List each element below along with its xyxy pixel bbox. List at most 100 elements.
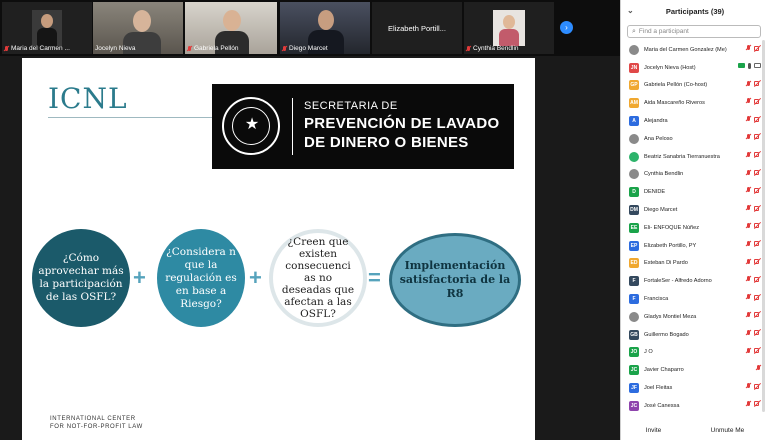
participant-row[interactable]: GB Guillermo Bogado	[621, 326, 761, 344]
video-off-icon	[754, 383, 761, 389]
mic-muted-icon	[746, 205, 751, 211]
participant-name: José Canessa	[644, 402, 680, 409]
mic-muted-icon	[746, 400, 751, 407]
mic-muted-icon	[746, 45, 751, 51]
video-tile[interactable]: Jocelyn Nieva	[93, 2, 183, 54]
participant-row[interactable]: EP Elizabeth Portillo, PY	[621, 237, 761, 255]
participant-row[interactable]: JC Javier Chaparro	[621, 361, 761, 379]
participant-name: Maria del Carmen Gonzalez (Me)	[644, 46, 727, 53]
footer-line-2: FOR NOT-FOR-PROFIT LAW	[50, 424, 143, 430]
next-page-button[interactable]: ›	[560, 21, 573, 34]
participant-row[interactable]: JF Joel Fleitas	[621, 379, 761, 397]
participant-status-icons	[746, 311, 761, 318]
invite-button[interactable]: Invite	[641, 425, 667, 436]
avatar: JF	[629, 383, 639, 394]
participant-row[interactable]: ED Esteban Di Pardo	[621, 255, 761, 273]
participant-row[interactable]: GP Gabriela Pellón (Co-host)	[621, 77, 761, 95]
video-tile-label: Maria del Carmen ...	[4, 45, 70, 52]
equals-sign: =	[368, 265, 381, 290]
seprelad-banner: ★ SECRETARIA DE PREVENCIÓN DE LAVADO DE …	[212, 84, 514, 169]
participant-row[interactable]: DM Diego Marcet	[621, 201, 761, 219]
participant-row[interactable]: D DENIDE	[621, 183, 761, 201]
participants-header: ⌄ Participants (39)	[621, 0, 768, 22]
video-off-icon	[754, 259, 761, 265]
participant-row[interactable]: Maria del Carmen Gonzalez (Me)	[621, 41, 761, 59]
participant-status-icons	[746, 276, 761, 282]
participant-row[interactable]: JN Jocelyn Nieva (Host)	[621, 59, 761, 77]
avatar: DM	[629, 205, 639, 216]
question-circle-2: ¿Considera n que la regulación es en bas…	[157, 229, 245, 327]
participant-row[interactable]: AM Aida Mascareño Riveros	[621, 94, 761, 112]
avatar	[629, 169, 639, 180]
video-tile-label: Diego Marcet	[282, 45, 328, 52]
participant-status-icons	[746, 329, 761, 336]
participant-row[interactable]: Beatriz Sanabria Tierranuestra	[621, 148, 761, 166]
participant-search-input[interactable]: ⌕ Find a participant	[627, 25, 761, 38]
participant-photo	[493, 10, 525, 46]
footer-line-1: INTERNATIONAL CENTER	[50, 416, 136, 422]
participant-row[interactable]: F Francisca	[621, 290, 761, 308]
avatar: F	[629, 294, 639, 305]
avatar: JC	[629, 400, 639, 411]
video-tile[interactable]: Gabriela Pellón	[185, 2, 277, 54]
participant-name: Guillermo Bogado	[644, 331, 689, 338]
participant-row[interactable]: EE Eli- ENFOQUE Núñez	[621, 219, 761, 237]
participant-status-icons	[738, 62, 761, 69]
avatar	[629, 311, 639, 322]
participant-status-icons	[746, 187, 761, 193]
video-tile[interactable]: Elizabeth Portill...	[372, 2, 462, 54]
video-tile[interactable]: Cynthia Bendlin	[464, 2, 554, 54]
participant-status-icons	[756, 365, 761, 371]
participant-status-icons	[746, 205, 761, 211]
avatar: AM	[629, 98, 639, 109]
participant-name: Francisca	[644, 296, 669, 303]
mic-muted-icon	[746, 329, 751, 336]
plus-sign: +	[133, 265, 146, 290]
participant-name: Diego Marcet	[644, 207, 678, 214]
participant-row[interactable]: JC José Canessa	[621, 397, 761, 415]
video-tile[interactable]: Diego Marcet	[280, 2, 370, 54]
scrollbar[interactable]	[762, 40, 765, 412]
video-off-icon	[754, 116, 761, 122]
question-circle-3: ¿Creen que existen consecuenci as no des…	[269, 229, 367, 327]
mic-muted-icon	[746, 276, 751, 282]
video-off-icon	[754, 170, 761, 176]
participant-status-icons	[746, 116, 761, 122]
participant-status-icons	[746, 45, 761, 51]
participant-video	[32, 10, 62, 46]
host-badge-icon	[738, 63, 745, 69]
mic-muted-icon	[746, 240, 751, 247]
participant-row[interactable]: Gladys Montiel Meza	[621, 308, 761, 326]
icnl-logo: ICNL	[48, 82, 128, 115]
banner-line-2: PREVENCIÓN DE LAVADO	[304, 115, 500, 132]
video-tile[interactable]: Maria del Carmen ...	[2, 2, 92, 54]
participant-name: Aida Mascareño Riveros	[644, 100, 705, 107]
participant-row[interactable]: F FortaleSer - Alfredo Adorno	[621, 272, 761, 290]
video-off-icon	[754, 134, 761, 140]
participant-row[interactable]: Cynthia Bendlin	[621, 166, 761, 184]
participant-name: Ana Peloso	[644, 135, 673, 142]
video-icon	[754, 63, 761, 69]
avatar: JN	[629, 62, 639, 73]
video-off-icon	[754, 205, 761, 211]
participant-status-icons	[746, 240, 761, 247]
participants-footer: Invite Unmute Me	[621, 420, 768, 440]
mic-muted-icon	[746, 133, 751, 140]
unmute-me-button[interactable]: Unmute Me	[706, 425, 750, 436]
video-off-icon	[754, 81, 761, 87]
avatar: JO	[629, 347, 639, 358]
participant-row[interactable]: A Alejandra	[621, 112, 761, 130]
mic-muted-icon	[746, 383, 751, 389]
banner-line-3: DE DINERO O BIENES	[304, 134, 469, 151]
avatar: JC	[629, 365, 639, 376]
avatar	[629, 133, 639, 144]
chevron-down-icon[interactable]: ⌄	[627, 6, 634, 15]
participant-name: Elizabeth Portillo, PY	[644, 242, 697, 249]
participant-row[interactable]: JO J O	[621, 344, 761, 362]
participant-name: Beatriz Sanabria Tierranuestra	[644, 153, 720, 160]
video-off-icon	[754, 152, 761, 158]
mic-muted-icon	[746, 187, 751, 193]
participant-name: Gabriela Pellón (Co-host)	[644, 82, 708, 89]
participant-status-icons	[746, 169, 761, 176]
participant-row[interactable]: Ana Peloso	[621, 130, 761, 148]
